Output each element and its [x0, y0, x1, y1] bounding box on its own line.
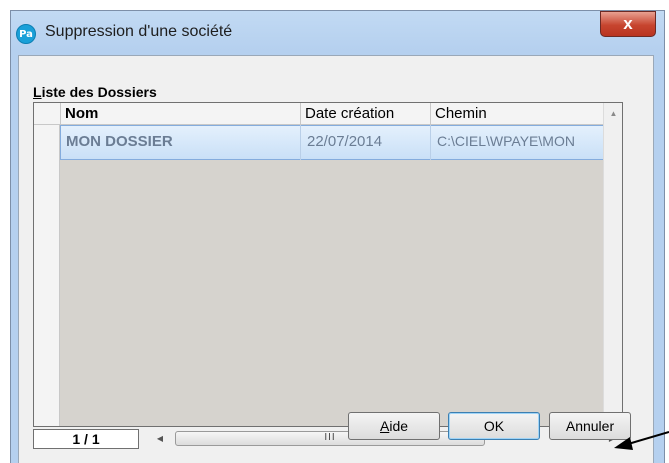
grid-header: Nom Date création Chemin: [34, 103, 622, 125]
title-bar[interactable]: Pa Suppression d'une société x: [11, 11, 664, 55]
folder-list-label-text: iste des Dossiers: [41, 84, 157, 100]
column-header-date[interactable]: Date création: [300, 103, 430, 124]
dialog-body: Liste des Dossiers Nom Date création Che…: [18, 55, 654, 463]
close-button[interactable]: x: [600, 11, 656, 37]
cell-nom[interactable]: MON DOSSIER: [60, 125, 300, 160]
dialog-window: Pa Suppression d'une société x Liste des…: [10, 10, 665, 463]
cell-chemin[interactable]: C:\CIEL\WPAYE\MON: [430, 125, 605, 160]
window-title: Suppression d'une société: [45, 23, 233, 40]
table-row[interactable]: MON DOSSIER 22/07/2014 C:\CIEL\WPAYE\MON: [34, 125, 622, 160]
help-button-accel: A: [379, 418, 390, 434]
scroll-left-arrow-icon[interactable]: ◀: [151, 429, 169, 449]
scroll-up-arrow-icon[interactable]: ▲: [604, 109, 622, 118]
folder-list-label-accel: L: [33, 84, 42, 100]
column-header-nom[interactable]: Nom: [60, 103, 300, 124]
cancel-button[interactable]: Annuler: [549, 412, 631, 440]
column-header-chemin[interactable]: Chemin: [430, 103, 605, 124]
vertical-scrollbar[interactable]: ▲ ▼: [603, 103, 622, 426]
help-button-label: ide: [389, 418, 409, 434]
folder-list-label: Liste des Dossiers: [33, 84, 157, 100]
help-button[interactable]: Aide: [348, 412, 440, 440]
ok-button[interactable]: OK: [448, 412, 540, 440]
app-icon: Pa: [16, 24, 36, 44]
folder-grid[interactable]: Nom Date création Chemin MON DOSSIER 22/…: [33, 102, 623, 427]
record-counter: 1 / 1: [33, 429, 139, 449]
cell-date[interactable]: 22/07/2014: [300, 125, 430, 160]
